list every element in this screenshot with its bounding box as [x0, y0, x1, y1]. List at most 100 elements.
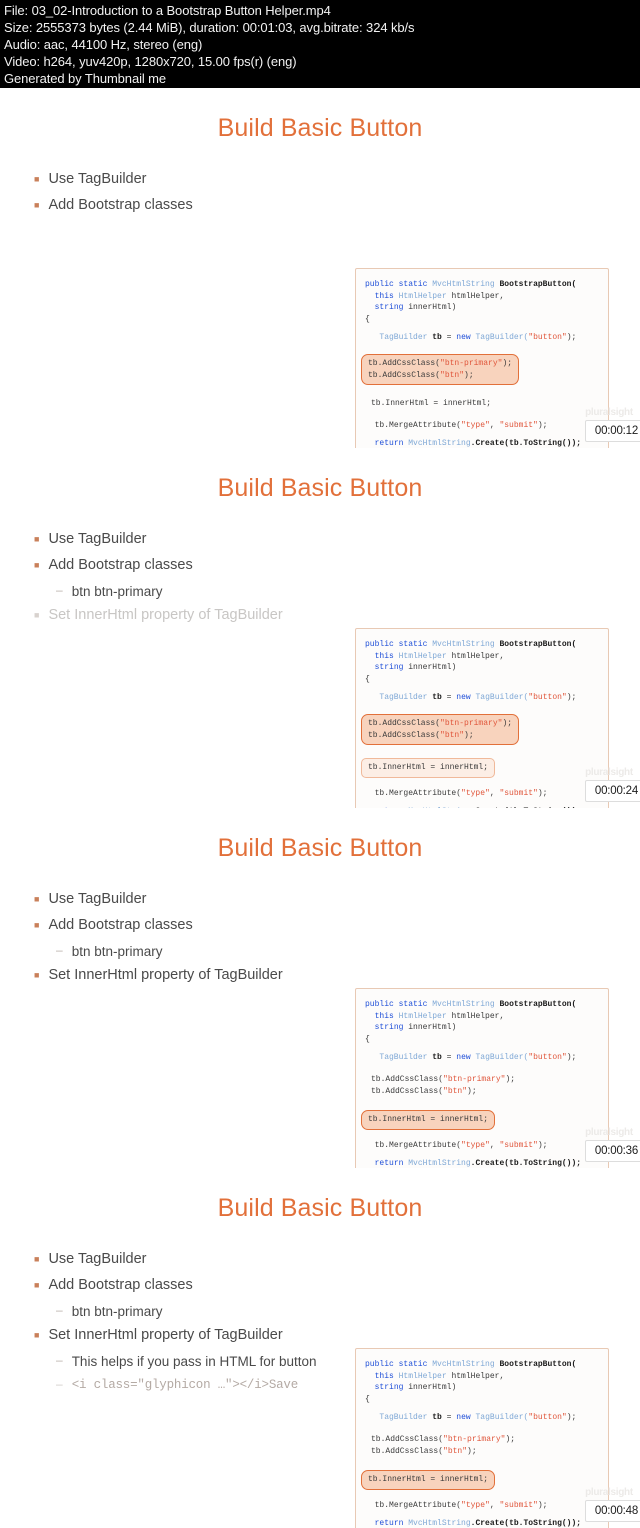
timestamp-badge: 00:00:36 [585, 1140, 640, 1162]
video-info-header: File: 03_02-Introduction to a Bootstrap … [0, 0, 640, 88]
dash-bullet-icon: – [56, 1377, 63, 1391]
info-line-4: Generated by Thumbnail me [4, 71, 167, 86]
code-merge-attribute-line: tb.MergeAttribute("type", "submit"); [374, 420, 548, 430]
code-open-brace: { [365, 674, 370, 684]
code-open-brace: { [365, 1034, 370, 1044]
info-line-1: Size: 2555373 bytes (2.44 MiB), duration… [4, 20, 415, 35]
bullet-item: ■ Use TagBuilder [34, 170, 334, 189]
code-snippet-card: public static MvcHtmlString BootstrapBut… [355, 988, 609, 1168]
slide-thumbnail[interactable]: Build Basic Button ■ Use TagBuilder ■ Add Bo… [0, 808, 640, 1168]
code-return-line: return MvcHtmlString.Create(tb.ToString(… [374, 1519, 582, 1528]
bullet-text: Add Bootstrap classes [48, 197, 193, 213]
slide-title: Build Basic Button [217, 1194, 423, 1222]
code-signature-line: public static MvcHtmlString BootstrapBut… [365, 1360, 577, 1369]
code-css-class-lines: tb.AddCssClass("btn-primary"); tb.AddCssC… [371, 1074, 516, 1096]
slide-title: Build Basic Button [217, 114, 423, 142]
square-bullet-icon: ■ [34, 560, 40, 570]
bullet-item: ■ Set InnerHtml property of TagBuilder [34, 1326, 334, 1345]
bullet-text: Set InnerHtml property of TagBuilder [48, 967, 283, 983]
code-css-class-lines: tb.AddCssClass("btn-primary"); tb.AddCssC… [371, 1434, 516, 1456]
dash-bullet-icon: – [56, 943, 63, 957]
code-signature-line: public static MvcHtmlString BootstrapBut… [365, 1000, 577, 1009]
bullet-item: – This helps if you pass in HTML for butt… [56, 1352, 334, 1371]
code-param-line-2: string innerHtml) [374, 663, 457, 673]
slide-thumbnail[interactable]: Build Basic Button ■ Use TagBuilder ■ Add Bo… [0, 1168, 640, 1528]
bullet-text: This helps if you pass in HTML for butto… [71, 1354, 317, 1369]
dash-bullet-icon: – [56, 1353, 63, 1367]
highlight-box-inner-html: tb.InnerHtml = innerHtml; [361, 1470, 496, 1490]
square-bullet-icon: ■ [34, 920, 40, 930]
square-bullet-icon: ■ [34, 1330, 40, 1340]
bullet-text: btn btn-primary [71, 944, 163, 959]
code-tagbuilder-line: TagBuilder tb = new TagBuilder("button")… [379, 333, 577, 343]
bullet-text: Set InnerHtml property of TagBuilder [48, 1327, 283, 1343]
bullet-item: ■ Add Bootstrap classes [34, 196, 334, 215]
bullet-item: ■ Add Bootstrap classes [34, 1276, 334, 1295]
bullet-item: ■ Use TagBuilder [34, 890, 334, 909]
bullet-text: Add Bootstrap classes [48, 557, 193, 573]
code-param-line-2: string innerHtml) [374, 1023, 457, 1033]
code-signature-line: public static MvcHtmlString BootstrapBut… [365, 640, 577, 649]
code-snippet-card: public static MvcHtmlString BootstrapBut… [355, 628, 609, 808]
code-snippet-card: public static MvcHtmlString BootstrapBut… [355, 268, 609, 448]
info-line-2: Audio: aac, 44100 Hz, stereo (eng) [4, 37, 203, 52]
bullet-text: btn btn-primary [71, 584, 163, 599]
bullet-text: Use TagBuilder [48, 531, 147, 547]
square-bullet-icon: ■ [34, 200, 40, 210]
slide-thumbnail-grid: Build Basic Button ■ Use TagBuilder ■ Add Bo… [0, 88, 640, 1528]
bullet-text: Add Bootstrap classes [48, 917, 193, 933]
highlight-box-css-classes: tb.AddCssClass("btn-primary"); tb.AddCssC… [361, 353, 520, 386]
square-bullet-icon: ■ [34, 534, 40, 544]
code-open-brace: { [365, 1394, 370, 1404]
bullet-list: ■ Use TagBuilder ■ Add Bootstrap classes – bt… [34, 530, 334, 632]
code-signature-line: public static MvcHtmlString BootstrapBut… [365, 280, 577, 289]
code-inner-html-line: tb.InnerHtml = innerHtml; [371, 399, 492, 409]
slide-thumbnail[interactable]: Build Basic Button ■ Use TagBuilder ■ Add Bo… [0, 88, 640, 448]
dash-bullet-icon: – [56, 1303, 63, 1317]
bullet-text: Set InnerHtml property of TagBuilder [48, 607, 283, 623]
bullet-item: – btn btn-primary [56, 582, 334, 601]
code-param-line-1: this HtmlHelper htmlHelper, [374, 291, 505, 301]
bullet-item: ■ Use TagBuilder [34, 530, 334, 549]
bullet-item: – btn btn-primary [56, 942, 334, 961]
square-bullet-icon: ■ [34, 610, 40, 620]
bullet-item: ■ Set InnerHtml property of TagBuilder [34, 966, 334, 985]
square-bullet-icon: ■ [34, 1280, 40, 1290]
code-merge-attribute-line: tb.MergeAttribute("type", "submit"); [374, 1140, 548, 1150]
dash-bullet-icon: – [56, 583, 63, 597]
code-tagbuilder-line: TagBuilder tb = new TagBuilder("button")… [379, 1053, 577, 1063]
code-param-line-1: this HtmlHelper htmlHelper, [374, 651, 505, 661]
code-param-line-2: string innerHtml) [374, 1383, 457, 1393]
slide-title: Build Basic Button [217, 834, 423, 862]
bullet-text: Use TagBuilder [48, 1251, 147, 1267]
square-bullet-icon: ■ [34, 174, 40, 184]
code-open-brace: { [365, 314, 370, 324]
square-bullet-icon: ■ [34, 894, 40, 904]
bullet-text: Use TagBuilder [48, 171, 147, 187]
code-param-line-1: this HtmlHelper htmlHelper, [374, 1011, 505, 1021]
bullet-item: – <i class="glyphicon …"></i>Save [56, 1376, 334, 1395]
bullet-item: ■ Add Bootstrap classes [34, 556, 334, 575]
code-tagbuilder-line: TagBuilder tb = new TagBuilder("button")… [379, 693, 577, 703]
pluralsight-watermark: pluralsight [585, 1487, 633, 1498]
pluralsight-watermark: pluralsight [585, 767, 633, 778]
slide-thumbnail[interactable]: Build Basic Button ■ Use TagBuilder ■ Add Bo… [0, 448, 640, 808]
code-tagbuilder-line: TagBuilder tb = new TagBuilder("button")… [379, 1413, 577, 1423]
bullet-text: Add Bootstrap classes [48, 1277, 193, 1293]
bullet-text: btn btn-primary [71, 1304, 163, 1319]
highlight-box-inner-html: tb.InnerHtml = innerHtml; [361, 1110, 496, 1130]
